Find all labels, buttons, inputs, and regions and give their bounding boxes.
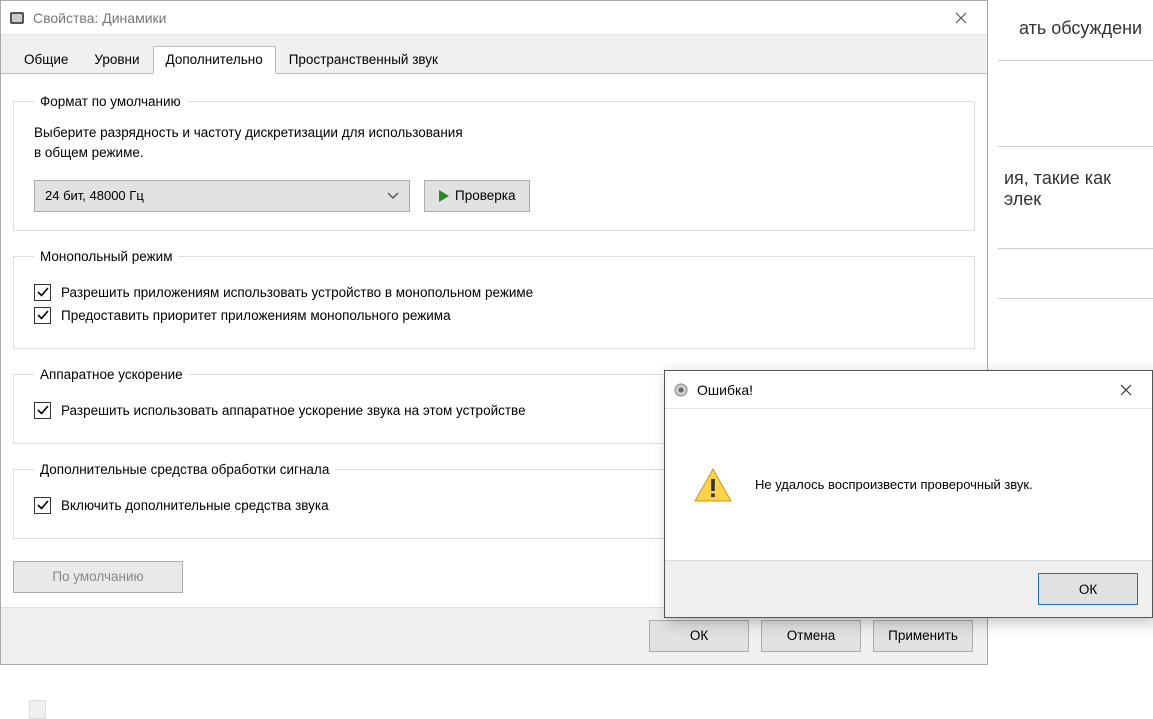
- window-title: Свойства: Динамики: [33, 10, 930, 26]
- default-format-description: Выберите разрядность и частоту дискретиз…: [34, 123, 954, 164]
- titlebar: Свойства: Динамики: [1, 1, 987, 35]
- apply-button[interactable]: Применить: [873, 620, 973, 652]
- chevron-down-icon: [387, 188, 399, 203]
- checkbox-hw-accel[interactable]: [34, 402, 51, 419]
- checkbox-enable-enhancements-label: Включить дополнительные средства звука: [61, 498, 329, 513]
- play-icon: [439, 190, 449, 202]
- warning-icon: [693, 465, 733, 505]
- combobox-value: 24 бит, 48000 Гц: [45, 188, 144, 203]
- error-footer: ОК: [665, 560, 1152, 617]
- error-titlebar: Ошибка!: [665, 371, 1152, 409]
- bg-snippet-text: ия, такие как элек: [1004, 168, 1153, 210]
- test-sound-button[interactable]: Проверка: [424, 180, 530, 212]
- description-line-1: Выберите разрядность и частоту дискретиз…: [34, 125, 463, 140]
- checkbox-hw-accel-label: Разрешить использовать аппаратное ускоре…: [61, 403, 526, 418]
- error-ok-button[interactable]: ОК: [1038, 573, 1138, 605]
- restore-defaults-button[interactable]: По умолчанию: [13, 561, 183, 593]
- tab-strip: Общие Уровни Дополнительно Пространствен…: [1, 35, 987, 73]
- tab-advanced[interactable]: Дополнительно: [153, 46, 276, 74]
- checkbox-allow-exclusive-label: Разрешить приложениям использовать устро…: [61, 285, 533, 300]
- bg-discussion-text: ать обсуждени: [1019, 18, 1142, 39]
- ok-button[interactable]: ОК: [649, 620, 749, 652]
- vertical-scrollbar[interactable]: [29, 700, 46, 719]
- legend-hw-accel: Аппаратное ускорение: [34, 367, 189, 382]
- error-dialog: Ошибка! Не удалось воспроизвести проверо…: [664, 370, 1153, 618]
- error-body: Не удалось воспроизвести проверочный зву…: [665, 409, 1152, 560]
- checkbox-exclusive-priority-label: Предоставить приоритет приложениям моноп…: [61, 308, 451, 323]
- error-close-button[interactable]: [1103, 375, 1148, 405]
- checkbox-enable-enhancements[interactable]: [34, 497, 51, 514]
- legend-default-format: Формат по умолчанию: [34, 94, 187, 109]
- speaker-icon: [9, 10, 25, 26]
- bg-divider-1: [998, 60, 1153, 61]
- checkbox-allow-exclusive[interactable]: [34, 284, 51, 301]
- tab-levels[interactable]: Уровни: [81, 46, 152, 74]
- group-default-format: Формат по умолчанию Выберите разрядность…: [13, 94, 975, 231]
- bg-divider-4: [998, 298, 1153, 299]
- bg-divider-2: [998, 146, 1153, 147]
- tab-general[interactable]: Общие: [11, 46, 81, 74]
- group-exclusive-mode: Монопольный режим Разрешить приложениям …: [13, 249, 975, 349]
- speaker-icon: [673, 382, 689, 398]
- description-line-2: в общем режиме.: [34, 145, 144, 160]
- legend-enhancements: Дополнительные средства обработки сигнал…: [34, 462, 335, 477]
- window-close-button[interactable]: [938, 3, 983, 33]
- cancel-button[interactable]: Отмена: [761, 620, 861, 652]
- sample-format-combobox[interactable]: 24 бит, 48000 Гц: [34, 180, 410, 212]
- restore-defaults-label: По умолчанию: [52, 569, 143, 584]
- test-button-label: Проверка: [455, 188, 515, 203]
- legend-exclusive-mode: Монопольный режим: [34, 249, 178, 264]
- bg-divider-3: [998, 248, 1153, 249]
- tab-spatial[interactable]: Пространственный звук: [276, 46, 451, 74]
- error-message: Не удалось воспроизвести проверочный зву…: [755, 477, 1033, 492]
- checkbox-exclusive-priority[interactable]: [34, 307, 51, 324]
- error-title: Ошибка!: [697, 382, 1095, 398]
